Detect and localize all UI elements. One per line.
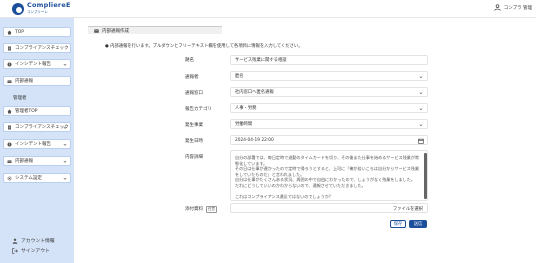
document-icon xyxy=(8,46,11,50)
chevron-down-icon xyxy=(419,123,423,126)
mail-icon xyxy=(7,159,12,163)
user-icon xyxy=(12,238,18,244)
sidebar-item-label: 内部通報 xyxy=(15,159,33,164)
mail-icon xyxy=(94,28,99,33)
details-scrollbar[interactable] xyxy=(424,153,427,199)
user-menu[interactable]: コンプラ 管理 xyxy=(494,4,532,11)
optional-badge: 任意 xyxy=(206,206,217,213)
sidebar-item-label: TOP xyxy=(15,29,25,35)
logo[interactable]: CompliereE コンプリーレ xyxy=(12,2,71,16)
signout-link[interactable]: サインアウト xyxy=(12,247,50,254)
choose-file-button[interactable]: ファイルを選択 xyxy=(393,206,423,212)
sidebar-item-label: 管理者TOP xyxy=(15,109,38,114)
sidebar-section-admin: 管理者 xyxy=(13,95,27,101)
category-select[interactable]: 人事・労務 xyxy=(230,103,428,113)
sidebar-item-label: コンプライアンスチェック xyxy=(15,125,69,130)
sidebar-item-label: 内部通報 xyxy=(15,79,33,84)
sidebar-item-compliance-check[interactable]: コンプライアンスチェック xyxy=(3,43,71,53)
title-label: 題名 xyxy=(185,58,194,63)
alert-icon xyxy=(7,62,12,66)
location-value: 労働時間 xyxy=(235,122,253,127)
submit-button[interactable]: 送信 xyxy=(409,220,427,228)
attachment-label-text: 添付資料 xyxy=(185,207,203,212)
signout-icon xyxy=(12,247,18,254)
sidebar-item-label: コンプライアンスチェック xyxy=(15,46,69,51)
attachment-label: 添付資料 任意 xyxy=(185,206,217,213)
chevron-down-icon xyxy=(419,107,423,110)
save-button[interactable]: 保存 xyxy=(390,220,406,228)
page-title: 内部通報作成 xyxy=(88,26,222,34)
reporter-label: 通報者 xyxy=(185,75,199,80)
document-icon xyxy=(8,125,11,129)
sidebar: TOP コンプライアンスチェック インシデント報告 内部通報 管理者 管理者TO… xyxy=(0,18,74,263)
home-icon xyxy=(7,30,12,34)
reporter-value: 匿名 xyxy=(235,74,244,79)
chevron-down-icon xyxy=(63,143,67,146)
sidebar-item-top[interactable]: TOP xyxy=(3,27,71,37)
location-select[interactable]: 労働時間 xyxy=(230,119,428,129)
sidebar-item-label: インシデント報告 xyxy=(15,62,51,67)
signout-label: サインアウト xyxy=(21,249,50,254)
sidebar-item-admin-incident-report[interactable]: インシデント報告 xyxy=(3,139,71,149)
sidebar-item-system-settings[interactable]: システム設定 xyxy=(3,173,71,183)
user-name: コンプラ 管理 xyxy=(503,5,532,11)
chevron-down-icon xyxy=(63,160,67,163)
title-value: サービス残業に関する相談 xyxy=(235,58,287,63)
gear-icon xyxy=(7,175,12,181)
alert-icon xyxy=(7,142,12,146)
category-label: 報告カテゴリ xyxy=(185,107,212,112)
home-icon xyxy=(7,109,12,113)
destination-value: 社内窓口へ匿名通報 xyxy=(235,90,274,95)
location-label: 発生事業 xyxy=(185,123,203,128)
attachment-file-input[interactable]: ファイルを選択 xyxy=(230,203,428,213)
title-input[interactable]: サービス残業に関する相談 xyxy=(230,55,428,65)
sidebar-item-incident-report[interactable]: インシデント報告 xyxy=(3,59,71,69)
datetime-input[interactable]: 2024-04-19 22:00 xyxy=(230,135,428,145)
datetime-value: 2024-04-19 22:00 xyxy=(235,137,274,143)
calendar-icon[interactable] xyxy=(418,138,424,144)
account-info-link[interactable]: アカウント情報 xyxy=(12,237,55,244)
sidebar-item-internal-report[interactable]: 内部通報 xyxy=(3,76,71,86)
category-value: 人事・労務 xyxy=(235,106,257,111)
sidebar-item-label: インシデント報告 xyxy=(15,142,51,147)
logo-name: CompliereE xyxy=(27,1,71,9)
chevron-down-icon xyxy=(419,91,423,94)
sidebar-item-label: システム設定 xyxy=(15,176,42,181)
sidebar-item-admin-top[interactable]: 管理者TOP xyxy=(3,106,71,116)
form-notice: ● 内部通報を行います。プルダウンとフリーテキスト欄を使用して各項目に情報を入力… xyxy=(105,44,303,49)
destination-label: 通報窓口 xyxy=(185,91,203,96)
account-info-label: アカウント情報 xyxy=(21,239,55,244)
sidebar-item-admin-compliance-check[interactable]: コンプライアンスチェック xyxy=(3,122,71,132)
sidebar-item-admin-internal-report[interactable]: 内部通報 xyxy=(3,156,71,166)
user-icon xyxy=(494,4,501,11)
chevron-down-icon xyxy=(63,177,67,180)
page-title-text: 内部通報作成 xyxy=(102,28,129,34)
chevron-down-icon xyxy=(63,126,67,129)
mail-icon xyxy=(7,79,12,83)
logo-mark-icon xyxy=(12,3,24,15)
reporter-select[interactable]: 匿名 xyxy=(230,71,428,81)
destination-select[interactable]: 社内窓口へ匿名通報 xyxy=(230,87,428,97)
chevron-down-icon xyxy=(63,63,67,66)
chevron-down-icon xyxy=(419,75,423,78)
logo-sub: コンプリーレ xyxy=(27,10,48,14)
details-textarea[interactable]: 自分の部署では、毎日定時で退勤のタイムカードを切り、その後また仕事を始めるサービ… xyxy=(230,150,428,201)
details-label: 内容詳細 xyxy=(185,155,203,160)
app-header: CompliereE コンプリーレ コンプラ 管理 xyxy=(0,0,536,18)
datetime-label: 発生日時 xyxy=(185,139,203,144)
